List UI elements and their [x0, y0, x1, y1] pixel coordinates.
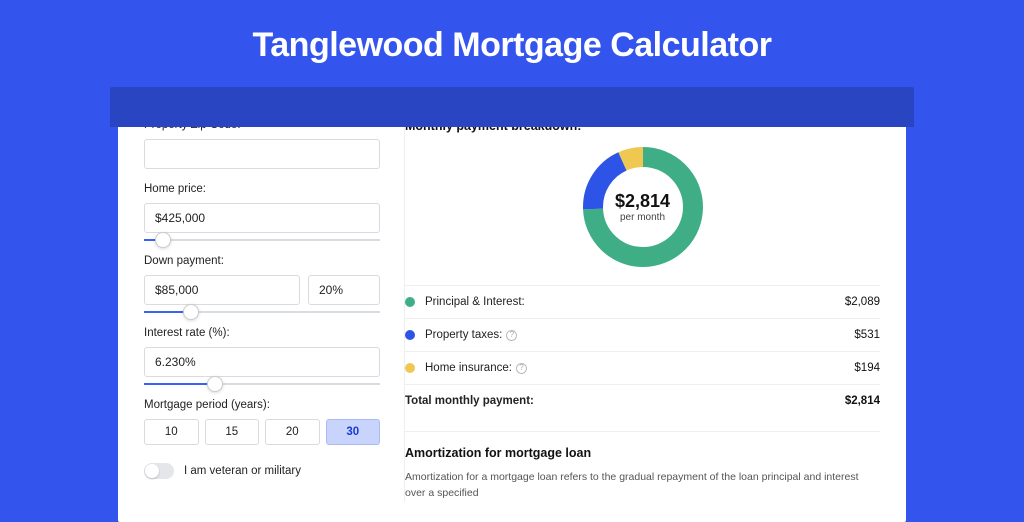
- interest-input[interactable]: [144, 347, 380, 377]
- legend-row-taxes: Property taxes: ? $531: [405, 319, 880, 352]
- legend-label: Principal & Interest:: [425, 296, 845, 308]
- panel-shadow: [110, 87, 914, 127]
- period-label: Mortgage period (years):: [144, 399, 380, 411]
- legend-dot-icon: [405, 330, 415, 340]
- info-icon[interactable]: ?: [516, 363, 527, 374]
- legend-row-total: Total monthly payment: $2,814: [405, 385, 880, 417]
- veteran-label: I am veteran or military: [184, 465, 301, 477]
- home-price-slider[interactable]: [144, 239, 380, 241]
- amortization-title: Amortization for mortgage loan: [405, 446, 880, 460]
- legend-dot-icon: [405, 363, 415, 373]
- legend-label: Home insurance: ?: [425, 362, 854, 374]
- slider-thumb[interactable]: [207, 376, 223, 392]
- legend-label: Property taxes: ?: [425, 329, 854, 341]
- toggle-knob: [145, 464, 159, 478]
- legend-row-insurance: Home insurance: ? $194: [405, 352, 880, 385]
- home-price-input[interactable]: [144, 203, 380, 233]
- total-value: $2,814: [845, 395, 880, 407]
- down-payment-label: Down payment:: [144, 255, 380, 267]
- legend-dot-icon: [405, 297, 415, 307]
- calculator-panel: Property Zip Code: Home price: Down paym…: [118, 99, 906, 522]
- donut-center-amount: $2,814: [615, 191, 670, 212]
- legend-value: $2,089: [845, 296, 880, 308]
- interest-label: Interest rate (%):: [144, 327, 380, 339]
- breakdown-column: Monthly payment breakdown: $2,814 per mo…: [404, 119, 880, 502]
- donut-center-sub: per month: [620, 212, 665, 223]
- home-price-label: Home price:: [144, 183, 380, 195]
- total-label: Total monthly payment:: [405, 395, 845, 407]
- amortization-section: Amortization for mortgage loan Amortizat…: [405, 431, 880, 502]
- amortization-text: Amortization for a mortgage loan refers …: [405, 470, 880, 502]
- legend-value: $194: [854, 362, 880, 374]
- period-option-10[interactable]: 10: [144, 419, 199, 445]
- period-option-15[interactable]: 15: [205, 419, 260, 445]
- slider-thumb[interactable]: [183, 304, 199, 320]
- legend-row-principal: Principal & Interest: $2,089: [405, 286, 880, 319]
- page-title: Tanglewood Mortgage Calculator: [0, 0, 1024, 87]
- legend-value: $531: [854, 329, 880, 341]
- zip-input[interactable]: [144, 139, 380, 169]
- interest-slider[interactable]: [144, 383, 380, 385]
- down-payment-input[interactable]: [144, 275, 300, 305]
- payment-donut-chart: $2,814 per month: [583, 147, 703, 267]
- form-column: Property Zip Code: Home price: Down paym…: [144, 119, 380, 502]
- period-option-20[interactable]: 20: [265, 419, 320, 445]
- period-option-30[interactable]: 30: [326, 419, 381, 445]
- veteran-toggle[interactable]: [144, 463, 174, 479]
- down-payment-pct-input[interactable]: [308, 275, 380, 305]
- period-options: 10 15 20 30: [144, 419, 380, 445]
- down-payment-slider[interactable]: [144, 311, 380, 313]
- slider-thumb[interactable]: [155, 232, 171, 248]
- info-icon[interactable]: ?: [506, 330, 517, 341]
